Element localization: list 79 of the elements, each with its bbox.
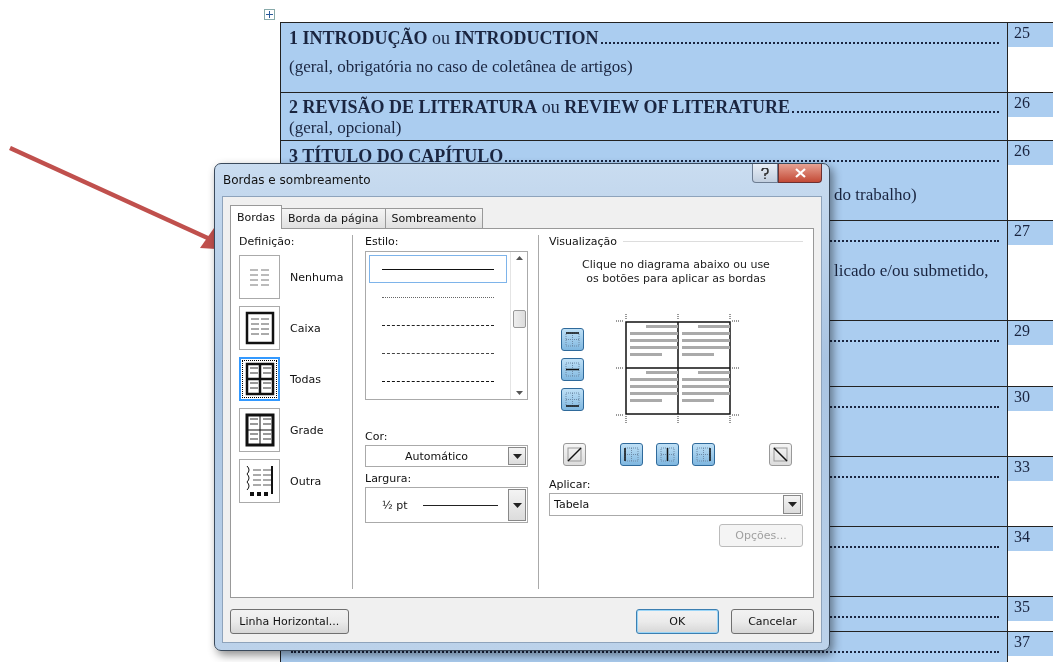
toc-heading: 3 TÍTULO DO CAPÍTULO [289, 146, 504, 167]
dialog-title: Bordas e sombreamento [222, 173, 371, 187]
border-toggle-button[interactable] [563, 442, 586, 466]
dropdown-button[interactable] [783, 494, 801, 514]
page-number: 29 [1008, 321, 1053, 345]
border-preset-button[interactable] [239, 459, 280, 503]
page-number: 30 [1008, 387, 1053, 411]
page-number: 26 [1008, 141, 1053, 165]
move-handle-icon[interactable] [264, 9, 275, 20]
border-toggle-button[interactable] [620, 442, 643, 466]
style-label: Estilo: [365, 235, 400, 248]
horizontal-line-button[interactable]: Linha Horizontal... [230, 609, 349, 634]
border-line-icon [695, 445, 712, 463]
toc-heading: 2 REVISÃO DE LITERATURA ou REVIEW OF LITERATURE [289, 97, 790, 118]
toc-note: licado e/ou submetido, [834, 261, 989, 281]
preview-hint: Clique no diagrama abaixo ou use os botões para aplicar as bordas [581, 258, 771, 287]
border-toggle-button[interactable] [561, 328, 584, 352]
dropdown-arrow-icon [787, 501, 797, 507]
dropdown-button[interactable] [508, 447, 526, 465]
toc-note: (geral, obrigatória no caso de coletânea de artigos) [289, 57, 633, 77]
preset-label: Outra [290, 474, 322, 488]
color-dropdown[interactable]: Automático [365, 445, 528, 467]
help-icon [761, 167, 769, 179]
ok-button[interactable]: OK [635, 609, 719, 634]
border-line-icon [659, 445, 676, 463]
help-button[interactable] [752, 164, 778, 183]
page-number: 34 [1008, 527, 1053, 551]
preset-label: Todas [290, 372, 322, 386]
border-line-icon [564, 391, 581, 409]
width-label: Largura: [365, 472, 413, 485]
border-toggle-button[interactable] [769, 442, 792, 466]
border-toggle-button[interactable] [656, 442, 679, 466]
scrollbar-thumb[interactable] [512, 309, 526, 328]
border-toggle-button[interactable] [561, 358, 584, 382]
definition-label: Definição: [239, 235, 296, 248]
page-number: 35 [1008, 597, 1053, 621]
tab[interactable]: Borda da página [281, 208, 386, 229]
page-number: 25 [1008, 23, 1053, 47]
close-button[interactable] [778, 164, 822, 183]
page-number: 33 [1008, 457, 1053, 481]
preset-label: Grade [290, 423, 324, 437]
color-label: Cor: [365, 430, 389, 443]
tab[interactable]: Bordas [230, 205, 283, 229]
page-number: 37 [1008, 632, 1053, 656]
border-preset-button[interactable] [239, 408, 280, 452]
diagonal-icon [566, 445, 583, 463]
preset-label: Caixa [290, 321, 321, 335]
border-toggle-button[interactable] [561, 388, 584, 412]
border-preset-icon [244, 311, 275, 345]
toc-note: do trabalho) [834, 185, 917, 205]
border-line-icon [564, 331, 581, 349]
apply-label: Aplicar: [549, 477, 592, 491]
border-preset-button[interactable] [239, 357, 280, 401]
page-number: 26 [1008, 93, 1053, 117]
preview-label: Visualização [549, 235, 617, 248]
border-line-icon [623, 445, 640, 463]
scroll-up-icon[interactable] [515, 256, 523, 260]
toc-heading: 1 INTRODUÇÃO ou INTRODUCTION [289, 28, 599, 49]
close-icon [794, 168, 806, 178]
border-preset-icon [244, 362, 275, 396]
apply-dropdown[interactable]: Tabela [549, 492, 803, 516]
line-style-option[interactable] [369, 255, 507, 284]
diagonal-icon [772, 445, 789, 463]
border-preset-icon [249, 267, 270, 287]
tab[interactable]: Sombreamento [384, 208, 484, 229]
border-preset-icon [244, 464, 275, 498]
dropdown-arrow-icon [512, 502, 522, 508]
preset-label: Nenhuma [290, 270, 344, 284]
cancel-button[interactable]: Cancelar [730, 609, 814, 634]
page-number: 27 [1008, 221, 1053, 245]
toc-note: (geral, opcional) [289, 118, 402, 138]
scroll-down-icon[interactable] [515, 391, 523, 395]
dropdown-arrow-icon [512, 453, 522, 459]
border-toggle-button[interactable] [692, 442, 715, 466]
border-preset-button[interactable] [239, 306, 280, 350]
border-preset-icon [244, 413, 275, 447]
dropdown-button[interactable] [508, 489, 526, 521]
border-line-icon [564, 361, 581, 379]
width-dropdown[interactable]: ½ pt [365, 487, 528, 523]
